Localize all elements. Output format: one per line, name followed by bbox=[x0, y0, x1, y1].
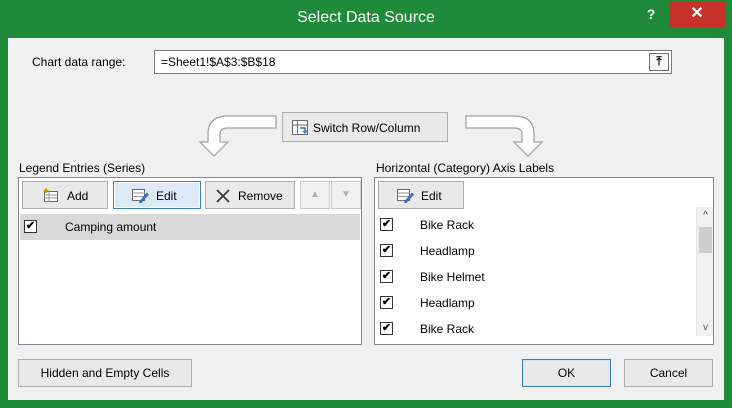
remove-series-button[interactable]: Remove bbox=[205, 181, 295, 209]
remove-series-label: Remove bbox=[238, 189, 283, 203]
axis-item-label: Bike Helmet bbox=[420, 270, 485, 284]
axis-labels-heading: Horizontal (Category) Axis Labels bbox=[376, 161, 555, 175]
edit-series-button[interactable]: Edit bbox=[113, 181, 201, 209]
move-down-button[interactable]: ▼ bbox=[331, 181, 361, 209]
series-name: Camping amount bbox=[65, 220, 157, 234]
legend-entries-heading: Legend Entries (Series) bbox=[19, 161, 146, 175]
switch-row-column-icon bbox=[292, 120, 308, 135]
axis-item-label: Bike Rack bbox=[420, 322, 475, 336]
dialog-body: Chart data range: =Sheet1!$A$3:$B$18 ⤒ S… bbox=[8, 38, 724, 400]
edit-axis-labels-button[interactable]: Edit bbox=[378, 181, 464, 209]
axis-item-checkbox[interactable]: ✔ bbox=[380, 296, 393, 309]
add-icon bbox=[43, 188, 58, 202]
axis-list-scrollbar[interactable]: ^ v bbox=[696, 207, 713, 336]
axis-item-checkbox[interactable]: ✔ bbox=[380, 270, 393, 283]
up-arrow-icon: ▲ bbox=[310, 189, 320, 200]
scrollbar-thumb[interactable] bbox=[699, 227, 712, 253]
edit-icon bbox=[132, 189, 149, 203]
axis-item-label: Headlamp bbox=[420, 244, 475, 258]
cancel-label: Cancel bbox=[649, 366, 688, 380]
edit-axis-labels-label: Edit bbox=[421, 189, 442, 203]
chart-data-range-label-text: Chart data range: bbox=[32, 55, 126, 69]
scroll-down-icon[interactable]: v bbox=[697, 319, 714, 336]
legend-entries-panel: Add Edit Remove ▲ ▼ ✔ Camping amount bbox=[18, 177, 362, 345]
axis-item-label: Headlamp bbox=[420, 296, 475, 310]
add-series-label: Add bbox=[67, 189, 89, 203]
cancel-button[interactable]: Cancel bbox=[624, 359, 713, 387]
axis-list-item[interactable]: ✔ Bike Helmet bbox=[376, 264, 694, 290]
down-arrow-icon: ▼ bbox=[341, 189, 351, 200]
axis-item-checkbox[interactable]: ✔ bbox=[380, 322, 393, 335]
add-series-button[interactable]: Add bbox=[22, 181, 108, 209]
ok-button[interactable]: OK bbox=[522, 359, 611, 387]
edit-icon bbox=[397, 189, 414, 203]
collapse-icon: ⤒ bbox=[656, 54, 662, 68]
ok-label: OK bbox=[557, 366, 576, 380]
title-bar[interactable]: Select Data Source ? ✕ bbox=[0, 0, 732, 38]
axis-list-item[interactable]: ✔ Bike Rack bbox=[376, 212, 694, 238]
switch-row-column-button[interactable]: Switch Row/Column bbox=[282, 112, 448, 142]
axis-list-item[interactable]: ✔ Bike Rack bbox=[376, 316, 694, 342]
move-up-button[interactable]: ▲ bbox=[300, 181, 330, 209]
axis-list-item[interactable]: ✔ Headlamp bbox=[376, 238, 694, 264]
axis-item-label: Bike Rack bbox=[420, 218, 475, 232]
help-button[interactable]: ? bbox=[642, 3, 660, 25]
left-curved-arrow-icon bbox=[198, 115, 277, 157]
dialog-title: Select Data Source bbox=[297, 9, 435, 26]
series-checkbox[interactable]: ✔ bbox=[24, 220, 37, 233]
axis-item-checkbox[interactable]: ✔ bbox=[380, 218, 393, 231]
close-button[interactable]: ✕ bbox=[669, 1, 725, 27]
edit-series-label: Edit bbox=[156, 189, 177, 203]
scroll-up-icon[interactable]: ^ bbox=[697, 207, 714, 224]
right-curved-arrow-icon bbox=[465, 115, 544, 157]
series-list-item[interactable]: ✔ Camping amount bbox=[20, 214, 360, 240]
axis-list-item[interactable]: ✔ Headlamp bbox=[376, 290, 694, 316]
remove-x-icon bbox=[216, 189, 230, 203]
chart-data-range-label: Chart data range: bbox=[32, 55, 125, 69]
hidden-empty-cells-label: Hidden and Empty Cells bbox=[40, 366, 170, 380]
axis-item-checkbox[interactable]: ✔ bbox=[380, 244, 393, 257]
select-data-source-dialog: Select Data Source ? ✕ Chart data range:… bbox=[0, 0, 732, 408]
axis-labels-panel: Edit ✔ Bike Rack ✔ Headlamp ✔ Bike Helme… bbox=[374, 177, 714, 345]
switch-row-column-label: Switch Row/Column bbox=[313, 121, 421, 135]
hidden-empty-cells-button[interactable]: Hidden and Empty Cells bbox=[18, 359, 192, 387]
chart-data-range-value: =Sheet1!$A$3:$B$18 bbox=[161, 55, 276, 69]
chart-data-range-input[interactable]: =Sheet1!$A$3:$B$18 ⤒ bbox=[154, 50, 672, 74]
collapse-dialog-button[interactable]: ⤒ bbox=[649, 53, 669, 71]
